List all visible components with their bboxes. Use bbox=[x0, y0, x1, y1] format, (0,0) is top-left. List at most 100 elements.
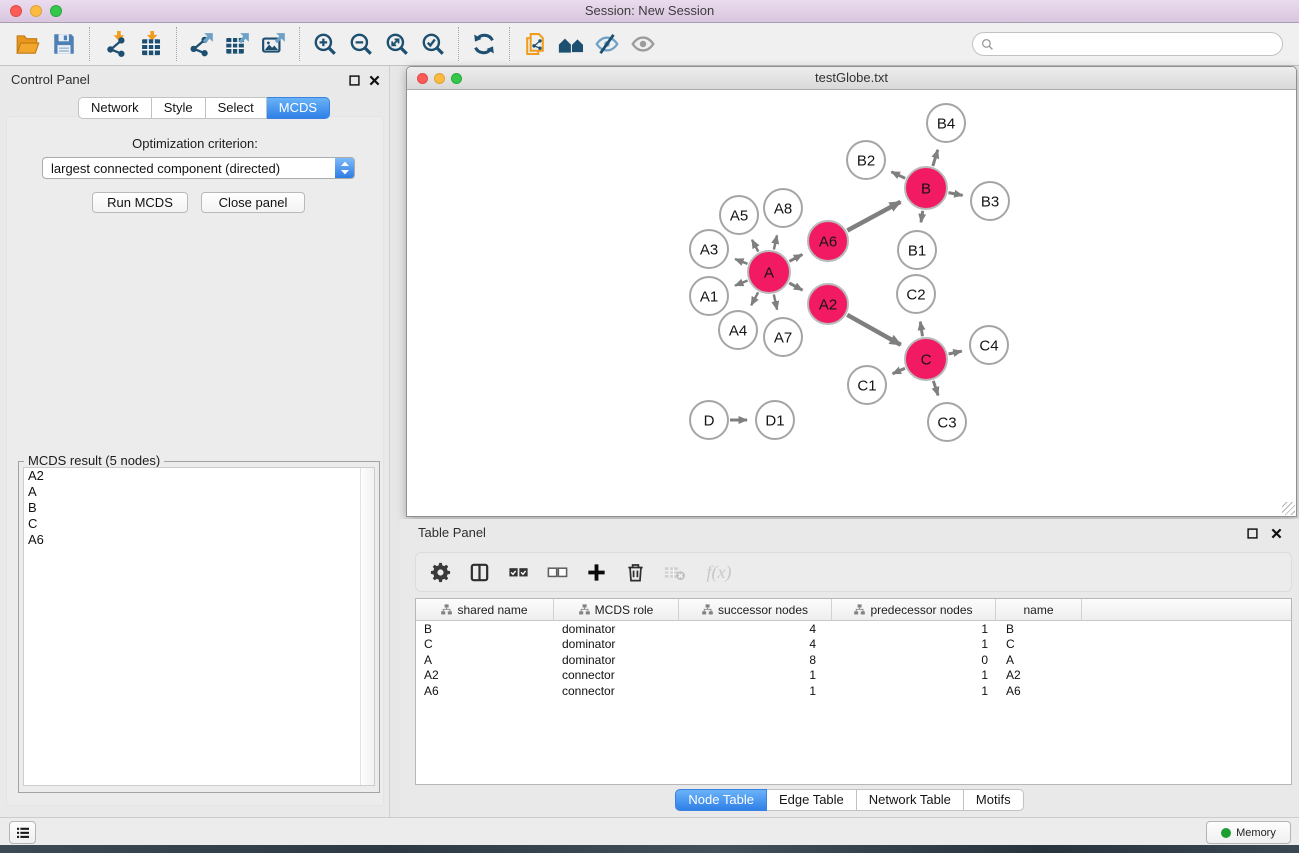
node-B4[interactable]: B4 bbox=[927, 104, 965, 142]
criterion-dropdown[interactable]: largest connected component (directed) bbox=[42, 157, 355, 179]
close-traffic-light[interactable] bbox=[10, 5, 22, 17]
table-cell[interactable]: A2 bbox=[996, 668, 1082, 682]
zoom-out-button[interactable] bbox=[343, 26, 379, 62]
node-B2[interactable]: B2 bbox=[847, 141, 885, 179]
mcds-result-item[interactable]: B bbox=[24, 500, 374, 516]
hide-panels-button[interactable] bbox=[589, 26, 625, 62]
column-header-name[interactable]: name bbox=[996, 599, 1082, 620]
edge-A-A5[interactable] bbox=[752, 240, 758, 252]
tab-motifs[interactable]: Motifs bbox=[964, 789, 1024, 811]
edge-A-A6[interactable] bbox=[789, 255, 802, 262]
table-cell[interactable]: C bbox=[996, 637, 1082, 651]
close-panel-icon[interactable] bbox=[1269, 526, 1283, 540]
node-A2[interactable]: A2 bbox=[808, 284, 848, 324]
table-cell[interactable]: 8 bbox=[679, 653, 832, 667]
search-box[interactable] bbox=[972, 32, 1283, 56]
network-graph[interactable]: AA1A2A3A4A5A6A7A8BB1B2B3B4CC1C2C3C4DD1 bbox=[407, 90, 1296, 516]
minimize-traffic-light[interactable] bbox=[30, 5, 42, 17]
node-A4[interactable]: A4 bbox=[719, 311, 757, 349]
node-A8[interactable]: A8 bbox=[764, 189, 802, 227]
scrollbar[interactable] bbox=[360, 468, 374, 785]
mcds-result-item[interactable]: A6 bbox=[24, 532, 374, 548]
show-panels-button[interactable] bbox=[625, 26, 661, 62]
edge-A-A1[interactable] bbox=[735, 281, 748, 286]
node-B[interactable]: B bbox=[905, 167, 947, 209]
table-cell[interactable]: dominator bbox=[554, 622, 679, 636]
show-panels-list-button[interactable] bbox=[9, 821, 36, 844]
edge-A-A8[interactable] bbox=[774, 235, 777, 249]
column-header-successor-nodes[interactable]: successor nodes bbox=[679, 599, 832, 620]
toggle-columns-button[interactable] bbox=[467, 560, 491, 584]
tab-network[interactable]: Network bbox=[78, 97, 152, 119]
tab-select[interactable]: Select bbox=[206, 97, 267, 119]
edge-C-C1[interactable] bbox=[893, 368, 905, 373]
edge-A2-C[interactable] bbox=[847, 315, 901, 345]
node-A[interactable]: A bbox=[748, 251, 790, 293]
table-row[interactable]: A2connector11A2 bbox=[416, 668, 1291, 684]
mcds-result-item[interactable]: A bbox=[24, 484, 374, 500]
table-cell[interactable]: 4 bbox=[679, 622, 832, 636]
table-row[interactable]: Bdominator41B bbox=[416, 621, 1291, 637]
table-cell[interactable]: 1 bbox=[679, 668, 832, 682]
network-canvas[interactable]: AA1A2A3A4A5A6A7A8BB1B2B3B4CC1C2C3C4DD1 bbox=[407, 90, 1296, 516]
edge-A-A3[interactable] bbox=[735, 259, 747, 264]
edge-A6-B[interactable] bbox=[847, 202, 900, 231]
table-cell[interactable]: 1 bbox=[832, 684, 996, 698]
table-row[interactable]: A6connector11A6 bbox=[416, 683, 1291, 699]
zoom-in-button[interactable] bbox=[307, 26, 343, 62]
home-button[interactable] bbox=[553, 26, 589, 62]
edge-B-B4[interactable] bbox=[933, 150, 938, 166]
node-C1[interactable]: C1 bbox=[848, 366, 886, 404]
import-network-button[interactable] bbox=[97, 26, 133, 62]
edge-A-A7[interactable] bbox=[774, 295, 777, 310]
node-D1[interactable]: D1 bbox=[756, 401, 794, 439]
tab-network-table[interactable]: Network Table bbox=[857, 789, 964, 811]
refresh-button[interactable] bbox=[466, 26, 502, 62]
column-header-MCDS-role[interactable]: MCDS role bbox=[554, 599, 679, 620]
close-panel-button[interactable]: Close panel bbox=[201, 192, 305, 213]
table-cell[interactable]: 1 bbox=[832, 622, 996, 636]
table-row[interactable]: Adominator80A bbox=[416, 652, 1291, 668]
export-network-button[interactable] bbox=[184, 26, 220, 62]
table-cell[interactable]: B bbox=[416, 622, 554, 636]
float-panel-icon[interactable] bbox=[1245, 526, 1259, 540]
zoom-fit-button[interactable] bbox=[379, 26, 415, 62]
node-A3[interactable]: A3 bbox=[690, 230, 728, 268]
table-cell[interactable]: A6 bbox=[416, 684, 554, 698]
node-D[interactable]: D bbox=[690, 401, 728, 439]
node-A1[interactable]: A1 bbox=[690, 277, 728, 315]
deselect-all-rows-button[interactable] bbox=[545, 560, 569, 584]
table-cell[interactable]: 1 bbox=[679, 684, 832, 698]
table-cell[interactable]: A bbox=[996, 653, 1082, 667]
tab-node-table[interactable]: Node Table bbox=[675, 789, 767, 811]
table-cell[interactable]: dominator bbox=[554, 653, 679, 667]
clone-network-button[interactable] bbox=[517, 26, 553, 62]
table-cell[interactable]: 0 bbox=[832, 653, 996, 667]
open-session-button[interactable] bbox=[10, 26, 46, 62]
table-cell[interactable]: B bbox=[996, 622, 1082, 636]
tab-style[interactable]: Style bbox=[152, 97, 206, 119]
table-cell[interactable]: A bbox=[416, 653, 554, 667]
table-settings-button[interactable] bbox=[428, 560, 452, 584]
table-cell[interactable]: 1 bbox=[832, 637, 996, 651]
mcds-result-item[interactable]: C bbox=[24, 516, 374, 532]
edge-C-C3[interactable] bbox=[933, 381, 938, 396]
edge-A-A2[interactable] bbox=[789, 283, 802, 290]
edge-C-C4[interactable] bbox=[949, 351, 962, 354]
table-cell[interactable]: A6 bbox=[996, 684, 1082, 698]
table-cell[interactable]: A2 bbox=[416, 668, 554, 682]
node-C[interactable]: C bbox=[905, 338, 947, 380]
node-B3[interactable]: B3 bbox=[971, 182, 1009, 220]
edge-B-B3[interactable] bbox=[949, 193, 963, 196]
zoom-selected-button[interactable] bbox=[415, 26, 451, 62]
node-C2[interactable]: C2 bbox=[897, 275, 935, 313]
minimize-traffic-light[interactable] bbox=[434, 73, 445, 84]
search-input[interactable] bbox=[999, 36, 1274, 52]
edge-C-C2[interactable] bbox=[920, 322, 922, 337]
node-B1[interactable]: B1 bbox=[898, 231, 936, 269]
table-cell[interactable]: C bbox=[416, 637, 554, 651]
float-panel-icon[interactable] bbox=[347, 73, 361, 87]
memory-button[interactable]: Memory bbox=[1206, 821, 1291, 844]
maximize-traffic-light[interactable] bbox=[451, 73, 462, 84]
mcds-result-list[interactable]: A2ABCA6 bbox=[23, 467, 375, 786]
